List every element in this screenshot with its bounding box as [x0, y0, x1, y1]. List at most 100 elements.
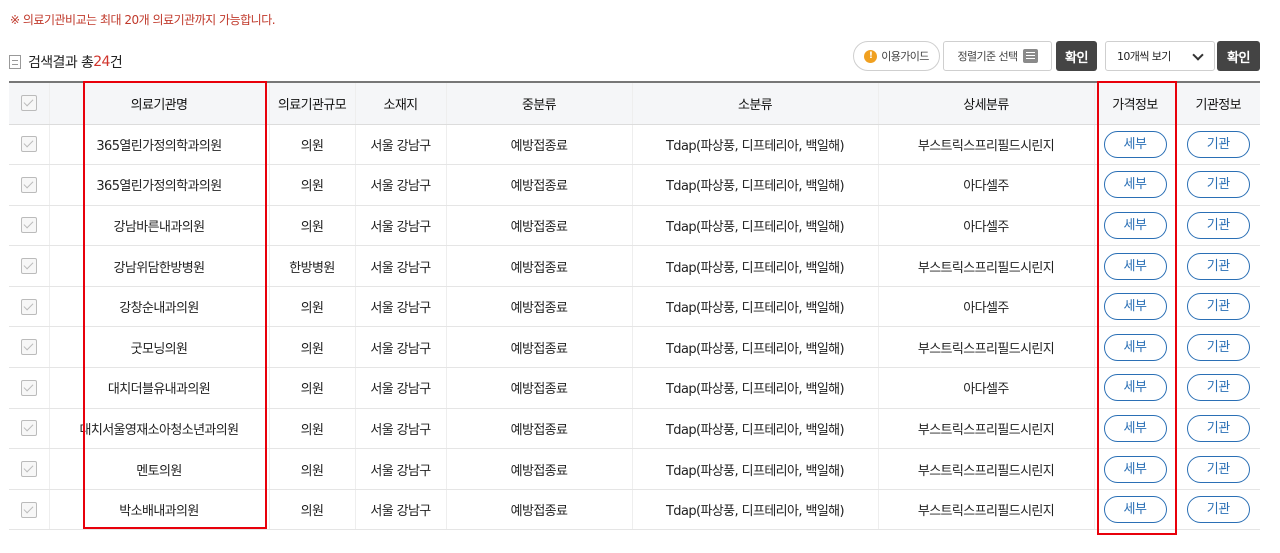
row-checkbox-cell[interactable] — [9, 205, 49, 247]
page-size-select[interactable]: 10개씩 보기 — [1105, 41, 1215, 71]
price-detail-button[interactable]: 세부 — [1103, 171, 1167, 199]
cell-mid-category: 예방접종료 — [445, 286, 632, 328]
sort-confirm-button[interactable]: 확인 — [1056, 41, 1097, 71]
usage-guide-button[interactable]: ! 이용가이드 — [853, 41, 940, 71]
cell-location: 서울 강남구 — [354, 408, 446, 450]
cell-sub-category: Tdap(파상풍, 디프테리아, 백일해) — [631, 164, 878, 206]
row-checkbox[interactable] — [20, 501, 37, 518]
cell-price-info: 세부 — [1093, 367, 1176, 409]
info-icon: ! — [864, 49, 878, 63]
table-row: 365열린가정의학과의원 의원 서울 강남구 예방접종료 Tdap(파상풍, 디프테리아… — [9, 124, 1260, 166]
price-detail-button[interactable]: 세부 — [1103, 414, 1167, 442]
header-price-info: 가격정보 — [1093, 81, 1176, 125]
cell-price-info: 세부 — [1093, 245, 1176, 287]
cell-mid-category: 예방접종료 — [445, 367, 632, 409]
price-detail-button[interactable]: 세부 — [1103, 455, 1167, 483]
cell-location: 서울 강남구 — [354, 489, 446, 531]
price-detail-button[interactable]: 세부 — [1103, 252, 1167, 280]
row-checkbox-cell[interactable] — [9, 489, 49, 531]
row-checkbox-cell[interactable] — [9, 326, 49, 369]
cell-name: 강남바른내과의원 — [48, 205, 269, 247]
cell-name: 멘토의원 — [48, 448, 269, 490]
sort-select-label: 정렬기준 선택 — [957, 50, 1018, 63]
header-org-info: 기관정보 — [1175, 81, 1260, 125]
select-all-checkbox[interactable] — [20, 95, 37, 112]
org-info-button[interactable]: 기관 — [1186, 252, 1250, 280]
cell-detail-category: 아다셀주 — [877, 164, 1094, 206]
header-sub-category: 소분류 — [631, 81, 878, 125]
org-info-button[interactable]: 기관 — [1186, 171, 1250, 199]
row-checkbox-cell[interactable] — [9, 164, 49, 206]
cell-detail-category: 아다셀주 — [877, 205, 1094, 247]
sort-select-button[interactable]: 정렬기준 선택 — [943, 41, 1052, 71]
cell-price-info: 세부 — [1093, 124, 1176, 166]
cell-detail-category: 부스트릭스프리필드시린지 — [877, 124, 1094, 166]
cell-org-info: 기관 — [1175, 367, 1260, 409]
cell-size: 의원 — [268, 367, 355, 409]
cell-name: 대치더블유내과의원 — [48, 367, 269, 409]
row-checkbox-cell[interactable] — [9, 245, 49, 287]
cell-detail-category: 부스트릭스프리필드시린지 — [877, 408, 1094, 450]
row-checkbox[interactable] — [20, 136, 37, 153]
table-row: 대치더블유내과의원 의원 서울 강남구 예방접종료 Tdap(파상풍, 디프테리아, 백… — [9, 367, 1260, 409]
cell-location: 서울 강남구 — [354, 124, 446, 166]
cell-name: 강남위담한방병원 — [48, 245, 269, 287]
cell-org-info: 기관 — [1175, 164, 1260, 206]
cell-mid-category: 예방접종료 — [445, 124, 632, 166]
org-info-button[interactable]: 기관 — [1186, 455, 1250, 483]
row-checkbox[interactable] — [20, 258, 37, 275]
header-select-all[interactable] — [9, 81, 49, 125]
price-detail-button[interactable]: 세부 — [1103, 333, 1167, 361]
org-info-button[interactable]: 기관 — [1186, 293, 1250, 321]
cell-mid-category: 예방접종료 — [445, 205, 632, 247]
row-checkbox-cell[interactable] — [9, 408, 49, 450]
cell-mid-category: 예방접종료 — [445, 448, 632, 490]
cell-sub-category: Tdap(파상풍, 디프테리아, 백일해) — [631, 489, 878, 531]
row-checkbox-cell[interactable] — [9, 286, 49, 328]
cell-location: 서울 강남구 — [354, 326, 446, 369]
row-checkbox[interactable] — [20, 461, 37, 478]
cell-name: 박소배내과의원 — [48, 489, 269, 531]
row-checkbox[interactable] — [20, 176, 37, 193]
cell-org-info: 기관 — [1175, 286, 1260, 328]
row-checkbox[interactable] — [20, 298, 37, 315]
price-detail-button[interactable]: 세부 — [1103, 374, 1167, 402]
row-checkbox-cell[interactable] — [9, 367, 49, 409]
row-checkbox[interactable] — [20, 420, 37, 437]
header-location: 소재지 — [354, 81, 446, 125]
price-detail-button[interactable]: 세부 — [1103, 496, 1167, 524]
org-info-button[interactable]: 기관 — [1186, 496, 1250, 524]
price-detail-button[interactable]: 세부 — [1103, 211, 1167, 239]
cell-name: 굿모닝의원 — [48, 326, 269, 369]
org-info-button[interactable]: 기관 — [1186, 211, 1250, 239]
cell-size: 한방병원 — [268, 245, 355, 287]
cell-size: 의원 — [268, 448, 355, 490]
cell-mid-category: 예방접종료 — [445, 326, 632, 369]
cell-org-info: 기관 — [1175, 326, 1260, 369]
cell-mid-category: 예방접종료 — [445, 489, 632, 531]
org-info-button[interactable]: 기관 — [1186, 333, 1250, 361]
cell-price-info: 세부 — [1093, 326, 1176, 369]
table-row: 박소배내과의원 의원 서울 강남구 예방접종료 Tdap(파상풍, 디프테리아, 백일해… — [9, 489, 1260, 531]
list-icon — [1022, 49, 1038, 63]
cell-size: 의원 — [268, 164, 355, 206]
row-checkbox[interactable] — [20, 379, 37, 396]
org-info-button[interactable]: 기관 — [1186, 130, 1250, 158]
cell-size: 의원 — [268, 489, 355, 531]
price-detail-button[interactable]: 세부 — [1103, 130, 1167, 158]
row-checkbox[interactable] — [20, 217, 37, 234]
org-info-button[interactable]: 기관 — [1186, 374, 1250, 402]
cell-sub-category: Tdap(파상풍, 디프테리아, 백일해) — [631, 205, 878, 247]
row-checkbox[interactable] — [20, 339, 37, 356]
org-info-button[interactable]: 기관 — [1186, 414, 1250, 442]
row-checkbox-cell[interactable] — [9, 124, 49, 166]
cell-price-info: 세부 — [1093, 489, 1176, 531]
usage-guide-label: 이용가이드 — [881, 50, 929, 63]
page-size-confirm-button[interactable]: 확인 — [1217, 41, 1260, 71]
row-checkbox-cell[interactable] — [9, 448, 49, 490]
table-row: 강창순내과의원 의원 서울 강남구 예방접종료 Tdap(파상풍, 디프테리아, 백일해… — [9, 286, 1260, 328]
cell-size: 의원 — [268, 408, 355, 450]
price-detail-button[interactable]: 세부 — [1103, 293, 1167, 321]
header-mid-category: 중분류 — [445, 81, 632, 125]
header-name: 의료기관명 — [48, 81, 269, 125]
